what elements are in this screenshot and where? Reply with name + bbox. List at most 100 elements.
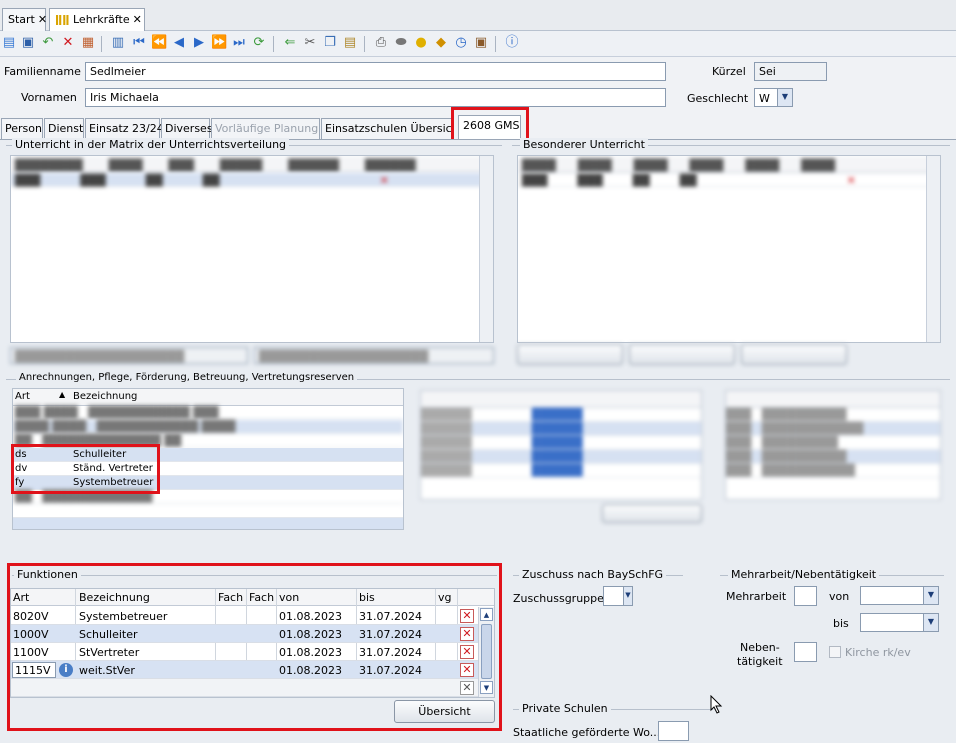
print-icon[interactable]: ⎙ bbox=[373, 35, 389, 51]
paste-icon[interactable]: ▤ bbox=[342, 35, 358, 51]
mouse-cursor-icon bbox=[710, 695, 723, 714]
vertretung-grid-header bbox=[421, 391, 701, 408]
matrix-grid[interactable]: ████████ ████ ███ █████ ██████ ██████ ███ ███ █… bbox=[10, 155, 494, 343]
teachers-icon: ǁǁ bbox=[55, 13, 70, 26]
chevron-down-icon[interactable]: ▼ bbox=[623, 587, 632, 605]
familienname-field[interactable]: Sedlmeier bbox=[85, 62, 666, 81]
geschlecht-select[interactable]: W ▼ bbox=[754, 88, 793, 107]
nebentaetigkeit-field[interactable] bbox=[794, 642, 817, 662]
von-label: von bbox=[829, 590, 850, 603]
private-schulen-field[interactable] bbox=[658, 721, 689, 741]
eraser-icon[interactable]: ◆ bbox=[433, 35, 449, 51]
chevron-down-icon[interactable]: ▼ bbox=[923, 614, 938, 631]
private-group: Private Schulen bbox=[513, 702, 713, 715]
besonderer-button-1[interactable] bbox=[517, 344, 623, 365]
tab-einsatzschulen[interactable]: Einsatzschulen Übersicht bbox=[321, 118, 454, 139]
table-row[interactable]: ███ ████ ████████████ ███ bbox=[13, 406, 403, 420]
matrix-sum-field-2: ████████████████████ bbox=[254, 347, 494, 364]
table-row[interactable]: ███ ████████████ bbox=[726, 422, 940, 436]
vertretung-grid[interactable]: ██████ ██████ ██████ ██████ ██████ ██████ █… bbox=[420, 390, 702, 500]
tab-einsatz[interactable]: Einsatz 23/24 bbox=[85, 118, 164, 139]
close-icon[interactable]: ✕ bbox=[133, 13, 142, 26]
tab-person[interactable]: Person bbox=[1, 118, 43, 139]
geschlecht-value: W bbox=[759, 92, 770, 105]
first-icon[interactable]: ⏮ bbox=[131, 35, 147, 51]
vertretung-button[interactable] bbox=[602, 504, 702, 523]
zuschuss-group: Zuschuss nach BaySchFG bbox=[513, 568, 683, 581]
matrix-scrollbar[interactable] bbox=[479, 156, 493, 342]
table-row[interactable]: ███ ███ ██ ██ ✕ bbox=[518, 173, 940, 187]
person-icon[interactable]: ▣ bbox=[473, 35, 489, 51]
sort-ascending-icon: ▲ bbox=[59, 390, 66, 399]
anrechnungen-group: Anrechnungen, Pflege, Förderung, Betreuu… bbox=[6, 372, 950, 383]
matrix-sum-field: ████████████████████ bbox=[10, 347, 248, 364]
doc-tab-start[interactable]: Start ✕ bbox=[2, 8, 47, 31]
table-row[interactable]: ███ ███ ██ ██ ✕ bbox=[11, 173, 493, 187]
clock-icon[interactable]: ◷ bbox=[453, 35, 469, 51]
bis-label: bis bbox=[833, 617, 849, 630]
prev-icon[interactable]: ◀ bbox=[171, 35, 187, 51]
prev-page-icon[interactable]: ⏪ bbox=[151, 35, 167, 51]
mehrarbeit-field[interactable] bbox=[794, 586, 817, 606]
back-icon[interactable]: ⇐ bbox=[282, 35, 298, 51]
refresh-icon[interactable]: ⟳ bbox=[251, 35, 267, 51]
highlight-box bbox=[7, 563, 502, 731]
mehrarbeit-group-title: Mehrarbeit/Nebentätigkeit bbox=[728, 568, 880, 581]
column-header-bezeichnung[interactable]: Bezeichnung bbox=[73, 391, 137, 402]
tab-vorlaeufige-planung: Vorläufige Planung bbox=[211, 118, 320, 139]
mehrarbeit-group: Mehrarbeit/Nebentätigkeit bbox=[720, 568, 944, 581]
table-row[interactable] bbox=[13, 504, 403, 518]
fach-grid-header bbox=[726, 391, 940, 408]
next-icon[interactable]: ▶ bbox=[191, 35, 207, 51]
fach-grid[interactable]: ███ ██████████ ███ ████████████ ███ ████… bbox=[725, 390, 941, 500]
kirche-label: Kirche rk/ev bbox=[845, 646, 911, 659]
besonderer-button-3[interactable] bbox=[741, 344, 847, 365]
save-icon[interactable]: ▣ bbox=[20, 35, 36, 51]
copy-icon[interactable]: ❐ bbox=[322, 35, 338, 51]
table-row[interactable]: ████ ████ ████████████ ████ bbox=[13, 420, 403, 434]
matrix-group: Unterricht in der Matrix der Unterrichts… bbox=[6, 138, 502, 151]
document-tab-bar: Start ✕ ǁǁ Lehrkräfte ✕ bbox=[0, 0, 956, 31]
next-page-icon[interactable]: ⏩ bbox=[211, 35, 227, 51]
table-row[interactable]: ██████ ██████ bbox=[421, 450, 701, 464]
undo-icon[interactable]: ↶ bbox=[40, 35, 56, 51]
column-header-art[interactable]: Art bbox=[15, 391, 30, 402]
table-row[interactable]: ███ ███████████ bbox=[726, 464, 940, 478]
table-row[interactable]: ██████ ██████ bbox=[421, 464, 701, 478]
table-row[interactable]: ███ ██████████ bbox=[726, 408, 940, 422]
besonderer-grid-header: ████ ████ ████ ████ ████ ████ bbox=[518, 156, 940, 173]
close-icon[interactable]: ✕ bbox=[38, 13, 47, 26]
last-icon[interactable]: ⏭ bbox=[231, 35, 247, 51]
view-icon[interactable]: ▥ bbox=[110, 35, 126, 51]
besonderer-scrollbar[interactable] bbox=[926, 156, 940, 342]
tab-diverses[interactable]: Diverses bbox=[161, 118, 213, 139]
table-row[interactable]: ██████ ██████ bbox=[421, 422, 701, 436]
table-row[interactable]: ███ █████████ bbox=[726, 436, 940, 450]
table-row[interactable] bbox=[13, 518, 403, 529]
besonderer-group: Besonderer Unterricht bbox=[512, 138, 950, 151]
cut-icon[interactable]: ✂ bbox=[302, 35, 318, 51]
table-row[interactable]: ██████ ██████ bbox=[421, 436, 701, 450]
nebentaetigkeit-label-2: tätigkeit bbox=[737, 655, 783, 668]
kirche-checkbox[interactable] bbox=[829, 646, 841, 658]
vornamen-field[interactable]: Iris Michaela bbox=[85, 88, 666, 107]
preview-icon[interactable]: ⬬ bbox=[393, 35, 409, 51]
table-row[interactable]: ██████ ██████ bbox=[421, 408, 701, 422]
chevron-down-icon[interactable]: ▼ bbox=[923, 587, 938, 604]
help-icon[interactable]: ⓘ bbox=[504, 35, 520, 51]
delete-icon[interactable]: ✕ bbox=[60, 35, 76, 51]
table-row[interactable]: ███ ██████████ bbox=[726, 450, 940, 464]
bulb-icon[interactable]: ● bbox=[413, 35, 429, 51]
new-icon[interactable]: ▤ bbox=[1, 35, 17, 51]
kuerzel-field[interactable]: Sei bbox=[754, 62, 827, 81]
zuschussgruppe-select[interactable]: ▼ bbox=[603, 586, 633, 606]
chevron-down-icon[interactable]: ▼ bbox=[777, 89, 792, 106]
von-date-select[interactable]: ▼ bbox=[860, 586, 939, 605]
besonderer-button-2[interactable] bbox=[629, 344, 735, 365]
doc-tab-lehrkraefte[interactable]: ǁǁ Lehrkräfte ✕ bbox=[49, 8, 145, 31]
mehrarbeit-label: Mehrarbeit bbox=[726, 590, 787, 603]
bis-date-select[interactable]: ▼ bbox=[860, 613, 939, 632]
properties-icon[interactable]: ▦ bbox=[80, 35, 96, 51]
tab-dienst[interactable]: Dienst bbox=[44, 118, 84, 139]
besonderer-grid[interactable]: ████ ████ ████ ████ ████ ████ ███ ███ ██ ██ ✕ bbox=[517, 155, 941, 343]
